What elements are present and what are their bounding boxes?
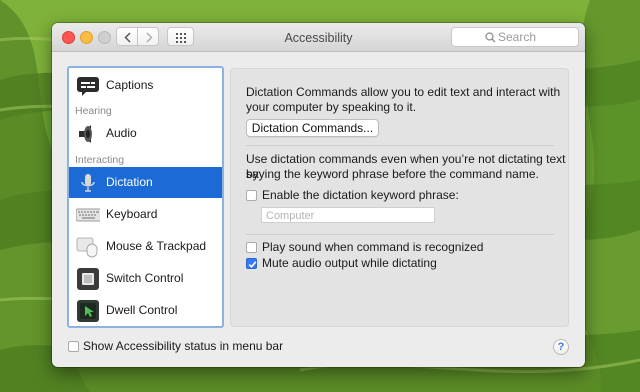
- sidebar-item-label: Audio: [106, 126, 137, 140]
- sidebar-item-label: Keyboard: [106, 207, 158, 221]
- description-line-2: saying the keyword phrase before the com…: [246, 167, 539, 181]
- sidebar-item-dictation[interactable]: Dictation: [69, 167, 222, 198]
- dictation-commands-button[interactable]: Dictation Commands...: [246, 119, 379, 137]
- sidebar-item-mouse-trackpad[interactable]: Mouse & Trackpad: [69, 231, 222, 262]
- title-bar: Accessibility: [52, 23, 585, 52]
- captions-icon: [77, 77, 99, 96]
- sidebar-item-captions[interactable]: Captions: [69, 70, 222, 101]
- switch-control-icon: [77, 268, 99, 290]
- intro-text-line-1: Dictation Commands allow you to edit tex…: [246, 85, 561, 99]
- sidebar-item-keyboard[interactable]: Keyboard: [69, 199, 222, 230]
- separator: [246, 145, 554, 146]
- sidebar-item-label: Captions: [106, 78, 154, 92]
- sidebar-item-label: Dwell Control: [106, 303, 178, 317]
- sidebar-section-interacting: Interacting: [75, 154, 125, 166]
- sidebar-item-switch-control[interactable]: Switch Control: [69, 263, 222, 294]
- sidebar-item-label: Mouse & Trackpad: [106, 239, 207, 253]
- sidebar-item-audio[interactable]: Audio: [69, 118, 222, 149]
- dictation-settings-panel: Dictation Commands allow you to edit tex…: [230, 68, 569, 327]
- enable-keyword-label: Enable the dictation keyword phrase:: [262, 188, 459, 202]
- search-field[interactable]: [451, 27, 579, 47]
- sidebar-section-hearing: Hearing: [75, 105, 112, 117]
- search-icon: [485, 32, 496, 43]
- enable-keyword-checkbox[interactable]: [246, 190, 257, 201]
- play-sound-checkbox[interactable]: [246, 242, 257, 253]
- show-status-label: Show Accessibility status in menu bar: [83, 339, 284, 353]
- speaker-icon: [79, 125, 92, 143]
- sidebar-item-dwell-control[interactable]: Dwell Control: [69, 295, 222, 326]
- microphone-icon: [81, 174, 95, 192]
- mute-audio-checkbox[interactable]: [246, 258, 257, 269]
- sidebar-list[interactable]: Captions Hearing Audio Interacting Dicta…: [67, 66, 224, 328]
- keyword-phrase-input[interactable]: [262, 209, 438, 223]
- mute-audio-label: Mute audio output while dictating: [262, 256, 437, 270]
- separator: [246, 234, 554, 235]
- mouse-trackpad-icon: [76, 237, 98, 258]
- sidebar-item-label: Switch Control: [106, 271, 184, 285]
- help-button[interactable]: ?: [553, 339, 569, 355]
- accessibility-window: Accessibility Captions Hearing: [52, 23, 585, 367]
- keyboard-icon: [76, 208, 100, 222]
- sidebar-item-label: Dictation: [106, 175, 153, 189]
- dwell-control-icon: [77, 300, 99, 322]
- search-input[interactable]: [498, 29, 574, 45]
- play-sound-label: Play sound when command is recognized: [262, 240, 484, 254]
- keyword-phrase-field[interactable]: [261, 207, 438, 223]
- show-status-checkbox[interactable]: [68, 341, 79, 352]
- checkmark-icon: [248, 261, 257, 268]
- intro-text-line-2: your computer by speaking to it.: [246, 100, 417, 114]
